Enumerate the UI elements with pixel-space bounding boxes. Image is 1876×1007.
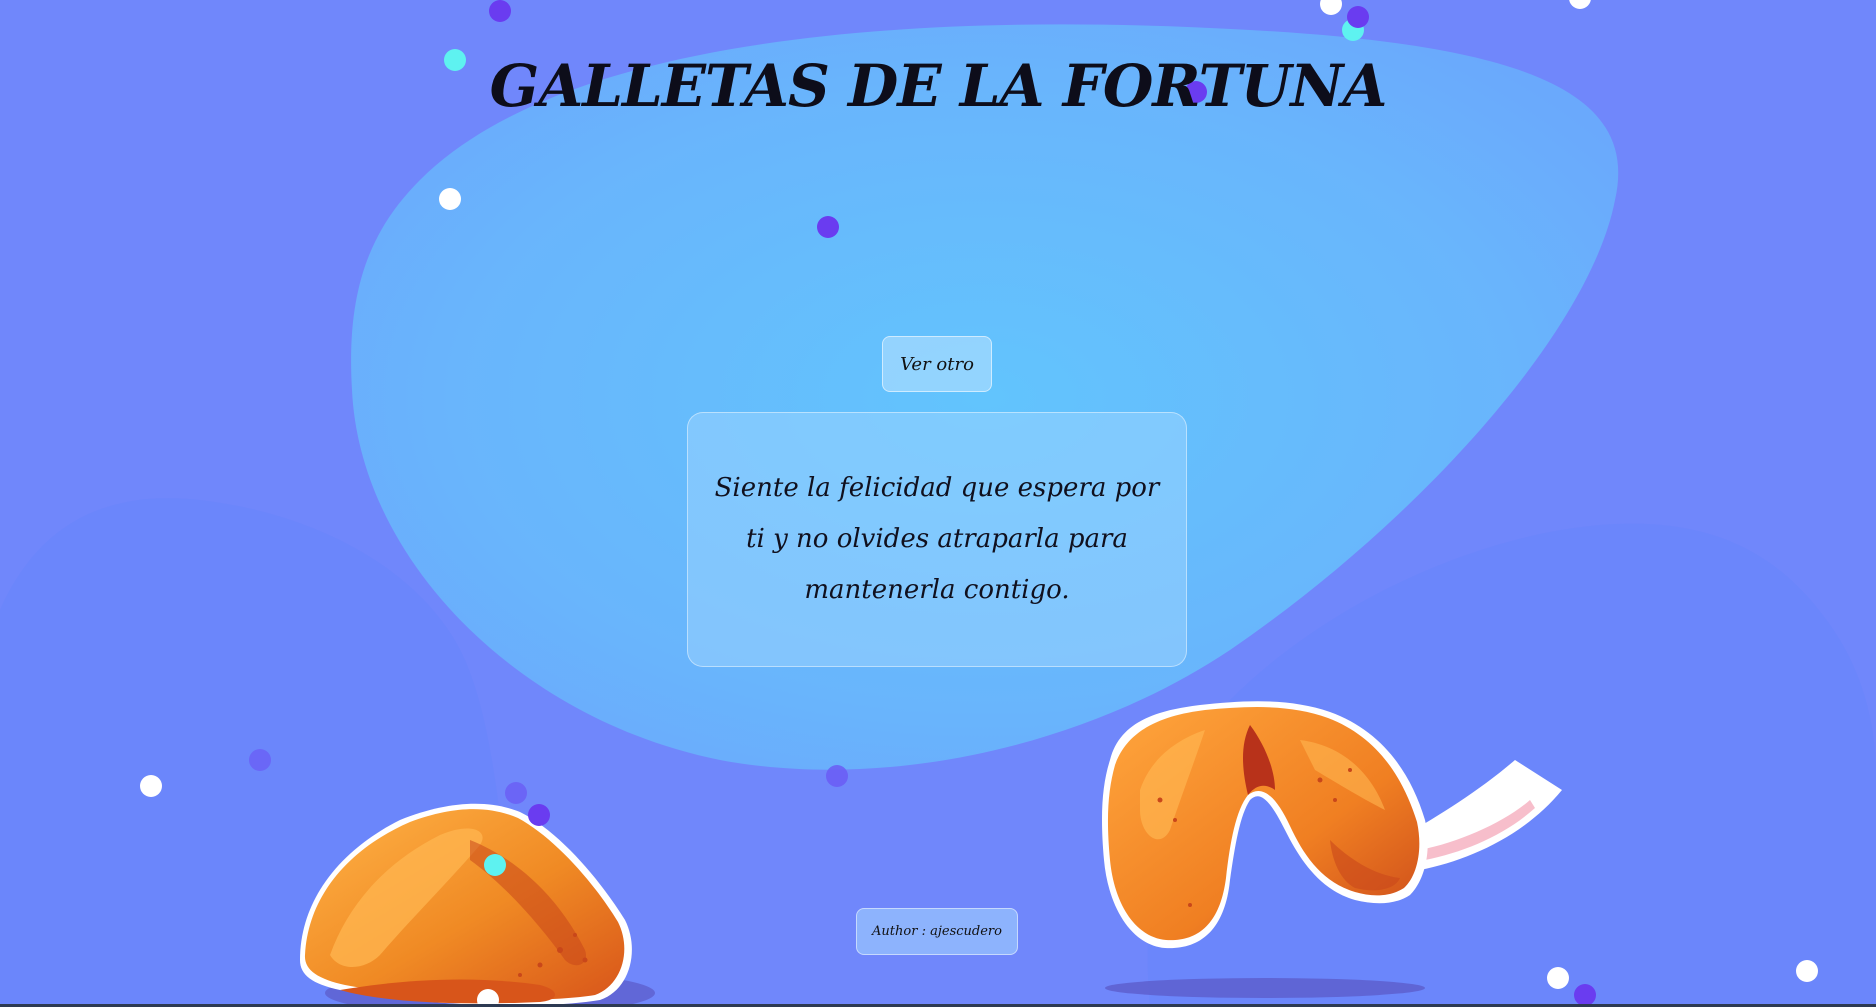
dot [826,765,848,787]
dot [528,804,550,826]
dot [1320,0,1342,15]
dot [1547,967,1569,989]
dot [1347,6,1369,28]
dot [439,188,461,210]
fortune-card: Siente la felicidad que espera por ti y … [687,412,1187,667]
dot [817,216,839,238]
author-badge: Author : ajescudero [856,908,1018,955]
ver-otro-button[interactable]: Ver otro [882,336,992,392]
dot [1796,960,1818,982]
dot [140,775,162,797]
page-title: GALLETAS DE LA FORTUNA [489,52,1388,120]
dot [1574,984,1596,1006]
dot [484,854,506,876]
dot [489,0,511,22]
fortune-message: Siente la felicidad que espera por ti y … [714,473,1160,605]
dot [505,782,527,804]
dot [1569,0,1591,9]
dot [249,749,271,771]
right-cookie-shadow [1105,978,1425,998]
